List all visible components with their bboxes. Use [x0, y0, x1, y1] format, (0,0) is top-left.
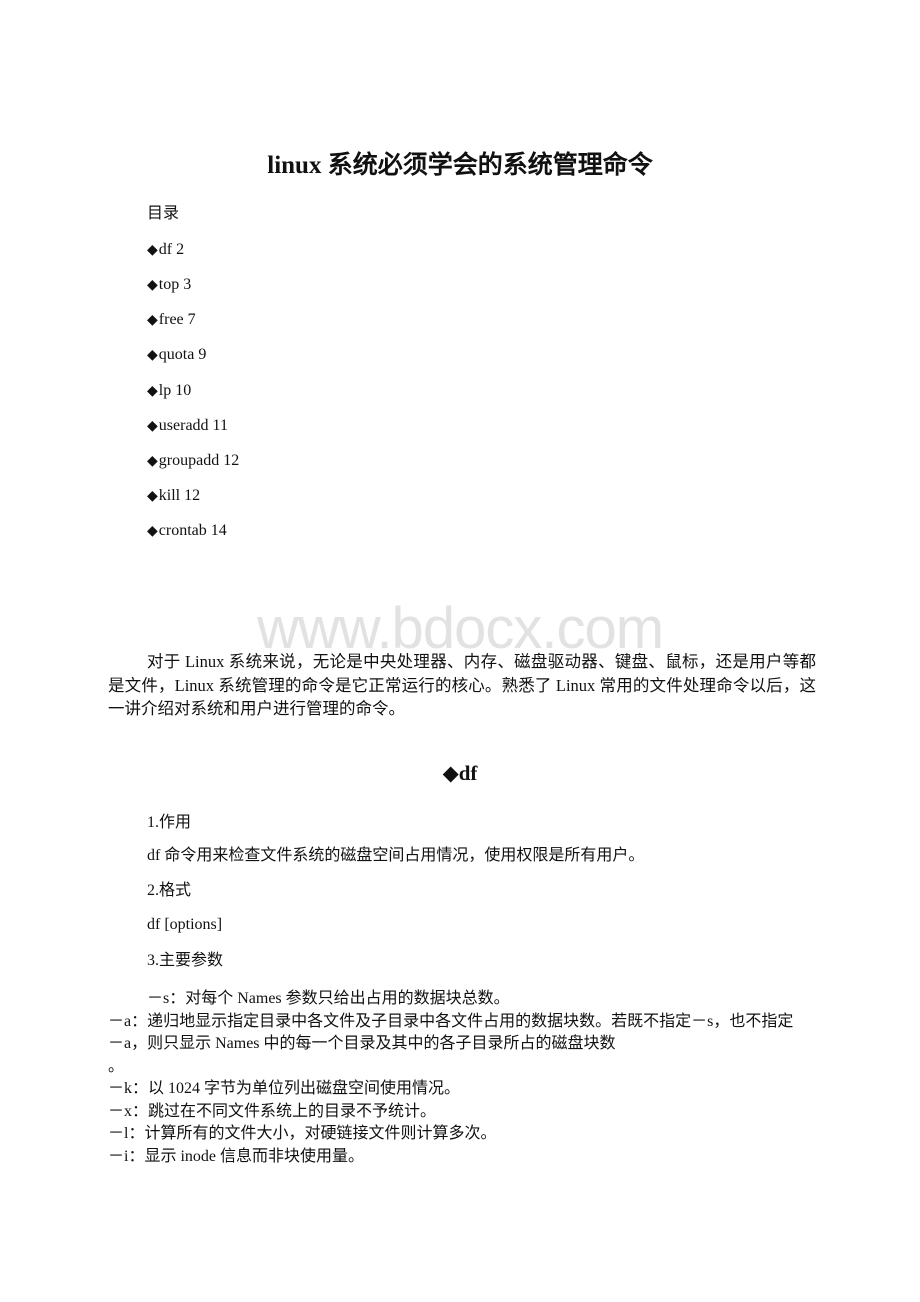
- param-a-tail: 。: [108, 1057, 125, 1075]
- toc-item-free[interactable]: ◆free 7: [147, 309, 196, 332]
- toc-item-label: kill 12: [158, 487, 201, 504]
- param-s: －s：对每个 Names 参数只给出占用的数据块总数。: [147, 990, 510, 1007]
- diamond-bullet-icon: ◆: [147, 384, 158, 399]
- params-list: －s：对每个 Names 参数只给出占用的数据块总数。 －a：递归地显示指定目录…: [108, 988, 808, 1168]
- toc-item-groupadd[interactable]: ◆groupadd 12: [147, 450, 239, 473]
- diamond-bullet-icon: ◆: [147, 313, 158, 328]
- toc-heading: 目录: [147, 205, 180, 222]
- toc-item-label: top 3: [158, 276, 192, 293]
- toc-item-crontab[interactable]: ◆crontab 14: [147, 520, 227, 543]
- format-text: df [options]: [147, 916, 223, 933]
- diamond-bullet-icon: ◆: [147, 419, 158, 434]
- param-a: －a：递归地显示指定目录中各文件及子目录中各文件占用的数据块数。若既不指定－s，…: [108, 1012, 794, 1053]
- toc-item-lp[interactable]: ◆lp 10: [147, 380, 191, 403]
- toc-item-kill[interactable]: ◆kill 12: [147, 485, 200, 508]
- intro-paragraph: 对于 Linux 系统来说，无论是中央处理器、内存、磁盘驱动器、键盘、鼠标，还是…: [108, 652, 816, 718]
- toc-item-label: lp 10: [158, 382, 192, 399]
- toc-item-df[interactable]: ◆df 2: [147, 239, 184, 262]
- params-heading: 3.主要参数: [147, 952, 224, 969]
- param-x: －x：跳过在不同文件系统上的目录不予统计。: [108, 1102, 437, 1120]
- diamond-bullet-icon: ◆: [147, 524, 158, 539]
- param-l: －l：计算所有的文件大小，对硬链接文件则计算多次。: [108, 1125, 497, 1142]
- toc-item-label: groupadd 12: [158, 452, 240, 469]
- diamond-bullet-icon: ◆: [147, 348, 158, 363]
- document-title: linux 系统必须学会的系统管理命令: [267, 152, 653, 179]
- purpose-text: df 命令用来检查文件系统的磁盘空间占用情况，使用权限是所有用户。: [147, 847, 645, 864]
- section-heading-df: ◆df: [442, 761, 478, 785]
- param-i: －i：显示 inode 信息而非块使用量。: [108, 1147, 364, 1165]
- toc-item-useradd[interactable]: ◆useradd 11: [147, 415, 228, 438]
- diamond-bullet-icon: ◆: [147, 454, 158, 469]
- diamond-bullet-icon: ◆: [147, 278, 158, 293]
- purpose-heading: 1.作用: [147, 814, 192, 831]
- toc-item-label: free 7: [158, 311, 196, 328]
- toc-item-label: df 2: [158, 241, 185, 258]
- format-heading: 2.格式: [147, 882, 192, 899]
- diamond-bullet-icon: ◆: [147, 243, 158, 258]
- toc-item-label: quota 9: [158, 346, 207, 363]
- param-k: －k：以 1024 字节为单位列出磁盘空间使用情况。: [108, 1080, 461, 1097]
- toc-item-label: crontab 14: [158, 522, 227, 539]
- toc-item-top[interactable]: ◆top 3: [147, 274, 191, 297]
- toc-item-quota[interactable]: ◆quota 9: [147, 344, 206, 367]
- toc-item-label: useradd 11: [158, 417, 228, 434]
- diamond-bullet-icon: ◆: [147, 489, 158, 504]
